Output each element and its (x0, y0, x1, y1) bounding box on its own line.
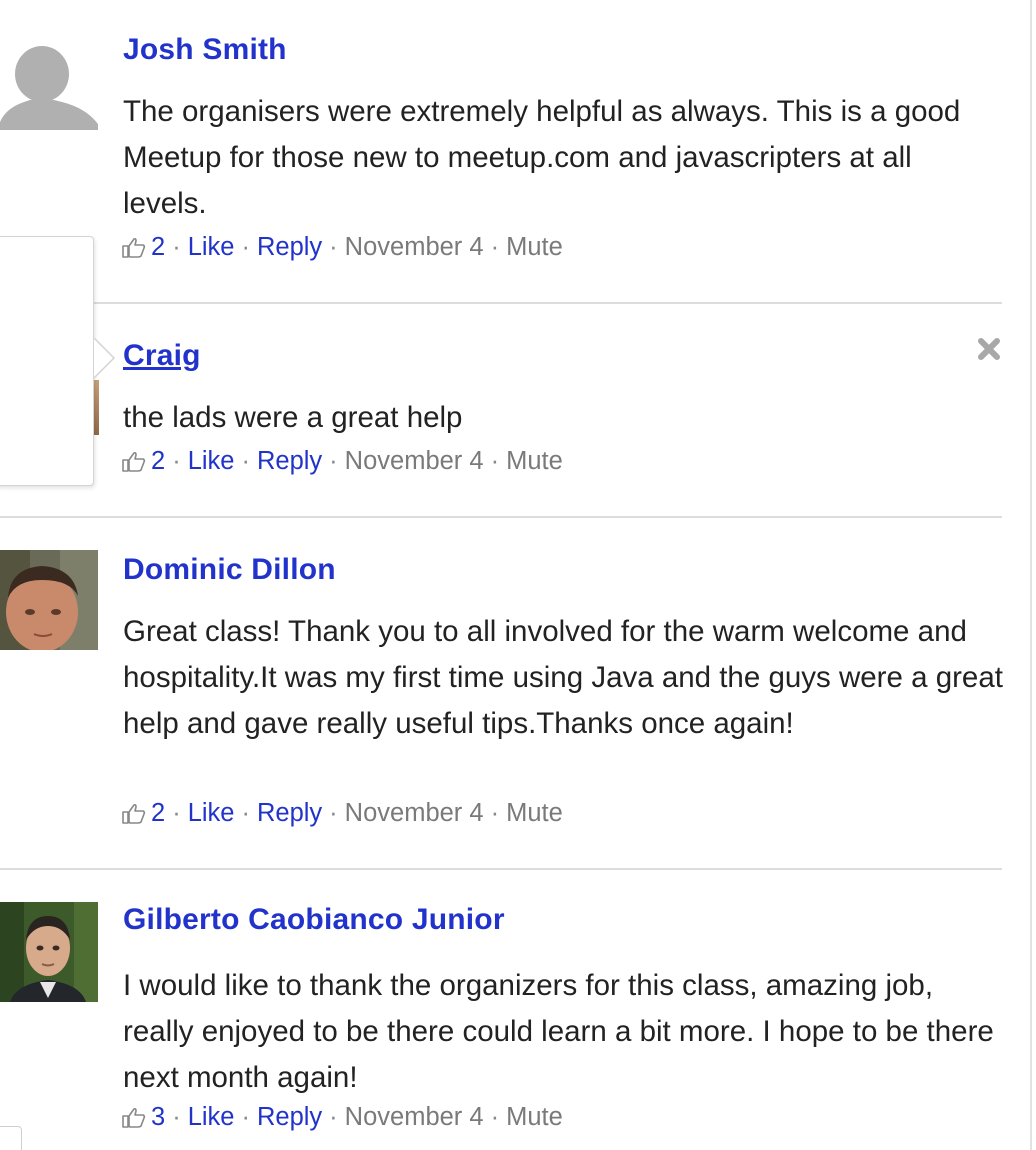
comment-date: November 4 (344, 799, 484, 827)
avatar[interactable] (0, 902, 98, 1002)
reply-button[interactable]: Reply (257, 799, 322, 828)
partial-panel (0, 1126, 22, 1150)
meta-separator: · (490, 233, 500, 261)
hovercard-arrow-icon (93, 338, 116, 378)
comment-item: Gilberto Caobianco Junior I would like t… (0, 870, 1002, 1150)
avatar[interactable] (94, 380, 99, 435)
user-photo (0, 902, 98, 1002)
avatar[interactable] (0, 550, 98, 650)
reply-button[interactable]: Reply (257, 447, 322, 476)
like-count[interactable]: 2 (151, 447, 165, 476)
comment-date: November 4 (344, 233, 484, 261)
comment-meta: 3 · Like · Reply · November 4 · Mute (121, 1103, 563, 1132)
meta-separator: · (329, 799, 338, 827)
mute-button[interactable]: Mute (506, 799, 563, 828)
author-name[interactable]: Gilberto Caobianco Junior (123, 903, 505, 937)
meta-separator: · (329, 447, 338, 475)
thumbs-up-icon (122, 237, 146, 258)
meta-separator: · (172, 233, 181, 261)
meta-separator: · (172, 799, 181, 827)
meta-separator: · (172, 447, 181, 475)
comment-body: The organisers were extremely helpful as… (123, 95, 961, 220)
comment-meta: 2 · Like · Reply · November 4 · Mute (121, 233, 563, 262)
meta-separator: · (329, 1103, 338, 1131)
meta-separator: · (241, 233, 250, 261)
meta-separator: · (172, 1103, 181, 1131)
thumbs-up-icon (122, 803, 146, 824)
scrollbar-edge (1030, 0, 1032, 1150)
meta-separator: · (490, 1103, 500, 1131)
meta-separator: · (241, 1103, 250, 1131)
comment-date: November 4 (344, 1103, 484, 1131)
user-photo (0, 550, 98, 650)
mute-button[interactable]: Mute (506, 447, 563, 476)
comment-body: the lads were a great help (123, 401, 463, 434)
comment-item: Dominic Dillon Great class! Thank you to… (0, 518, 1003, 870)
comment-body: Great class! Thank you to all involved f… (123, 615, 1003, 740)
user-silhouette-icon (0, 46, 98, 130)
close-icon[interactable] (976, 336, 1002, 362)
author-name[interactable]: Josh Smith (123, 33, 287, 67)
like-button[interactable]: Like (188, 233, 235, 262)
comment-body: I would like to thank the organizers for… (123, 969, 994, 1094)
reply-button[interactable]: Reply (257, 233, 322, 262)
comment-date: November 4 (344, 447, 484, 475)
reply-button[interactable]: Reply (257, 1103, 322, 1132)
comment-meta: 2 · Like · Reply · November 4 · Mute (121, 447, 563, 476)
mute-button[interactable]: Mute (506, 1103, 563, 1132)
like-count[interactable]: 3 (151, 1103, 165, 1132)
thumbs-up-icon (122, 451, 146, 472)
mute-button[interactable]: Mute (506, 233, 563, 262)
meta-separator: · (241, 447, 250, 475)
like-button[interactable]: Like (188, 1103, 235, 1132)
author-name[interactable]: Dominic Dillon (123, 553, 336, 587)
meta-separator: · (241, 799, 250, 827)
like-count[interactable]: 2 (151, 233, 165, 262)
like-button[interactable]: Like (188, 799, 235, 828)
meta-separator: · (490, 447, 500, 475)
comment-item: Josh Smith The organisers were extremely… (0, 0, 1002, 304)
avatar[interactable] (0, 30, 98, 130)
comment-meta: 2 · Like · Reply · November 4 · Mute (121, 799, 563, 828)
like-count[interactable]: 2 (151, 799, 165, 828)
thumbs-up-icon (122, 1107, 146, 1128)
author-name[interactable]: Craig (123, 339, 201, 373)
comment-item: Craig the lads were a great help 2 · Lik… (0, 304, 1002, 518)
meta-separator: · (490, 799, 500, 827)
meta-separator: · (329, 233, 338, 261)
profile-hovercard[interactable] (0, 236, 94, 486)
like-button[interactable]: Like (188, 447, 235, 476)
